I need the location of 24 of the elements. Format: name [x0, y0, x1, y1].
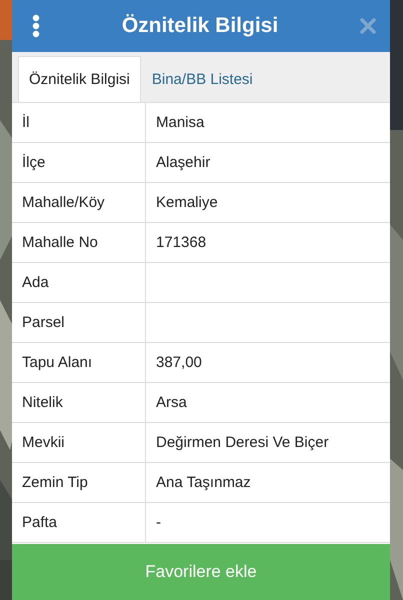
tab[interactable]: Bina/BB Listesi: [140, 56, 264, 102]
attribute-value: -: [155, 513, 162, 533]
attribute-label: Mevkii: [12, 423, 146, 462]
dialog-title: Öznitelik Bilgisi: [122, 14, 278, 38]
attribute-value: Değirmen Deresi Ve Biçer: [155, 433, 330, 453]
attribute-value: Kemaliye: [155, 193, 219, 213]
attribute-label: Pafta: [12, 503, 146, 542]
attribute-value: 171368: [155, 233, 208, 253]
attribute-label: Tapu Alanı: [12, 343, 146, 382]
attribute-value: 387,00: [155, 353, 203, 373]
attribute-label: Zemin Tip: [12, 463, 146, 502]
tab[interactable]: Öznitelik Bilgisi: [18, 56, 141, 102]
attribute-value: Arsa: [155, 393, 188, 413]
attribute-label: İl: [12, 103, 146, 142]
attribute-value: Manisa: [155, 113, 206, 133]
attribute-label: Parsel: [12, 303, 146, 342]
attribute-label: Mahalle No: [12, 223, 146, 262]
menu-icon[interactable]: [32, 14, 40, 38]
attribute-label: Mahalle/Köy: [12, 183, 146, 222]
attribute-label: Ada: [12, 263, 146, 302]
attribute-label: Nitelik: [12, 383, 146, 422]
attribute-value: Ana Taşınmaz: [155, 473, 252, 493]
attribute-label: İlçe: [12, 143, 146, 182]
attribute-value: Alaşehir: [155, 153, 212, 173]
